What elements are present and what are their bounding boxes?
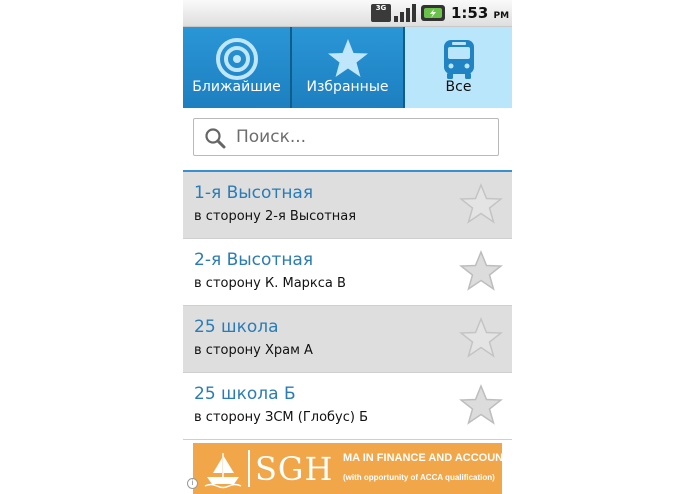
- search-icon: [205, 128, 226, 149]
- phone-screen: 3G 1:53 PM Ближайшие Избранные Все Поиск…: [183, 0, 512, 494]
- status-bar: 3G 1:53 PM: [183, 0, 512, 27]
- tab-label: Избранные: [306, 79, 389, 95]
- favorite-star-icon[interactable]: [459, 317, 503, 359]
- list-item[interactable]: 25 школа в сторону Храм А: [183, 306, 512, 373]
- signal-icon: [394, 4, 416, 22]
- network-3g-icon: 3G: [371, 4, 391, 22]
- stops-list: 1-я Высотная в сторону 2-я Высотная 2-я …: [183, 172, 512, 440]
- search-box[interactable]: [193, 118, 499, 156]
- stop-name: 1-я Высотная: [194, 183, 314, 203]
- list-item[interactable]: 1-я Высотная в сторону 2-я Высотная: [183, 172, 512, 239]
- clock: 1:53 PM: [451, 3, 509, 26]
- list-item[interactable]: 2-я Высотная в сторону К. Маркса В: [183, 239, 512, 306]
- stop-direction: в сторону К. Маркса В: [194, 276, 346, 291]
- network-type-label: 3G: [375, 4, 387, 12]
- ad-headline: MA IN FINANCE AND ACCOUNTING: [343, 452, 502, 464]
- search-bar: [183, 108, 512, 172]
- stop-direction: в сторону 2-я Высотная: [194, 209, 357, 224]
- star-icon: [327, 39, 368, 77]
- ship-logo-icon: [204, 453, 242, 489]
- stop-name: 25 школа: [194, 317, 279, 337]
- stop-direction: в сторону Храм А: [194, 343, 313, 358]
- tab-bar: Ближайшие Избранные Все: [183, 27, 512, 108]
- tab-label: Ближайшие: [192, 79, 281, 95]
- ad-subline: (with opportunity of ACCA qualification): [343, 473, 495, 482]
- stop-name: 25 школа Б: [194, 384, 296, 404]
- bus-icon: [443, 40, 474, 79]
- tab-nearest[interactable]: Ближайшие: [183, 27, 290, 108]
- stop-name: 2-я Высотная: [194, 250, 314, 270]
- favorite-star-icon[interactable]: [459, 183, 503, 225]
- search-input[interactable]: [236, 125, 486, 149]
- list-item[interactable]: 25 школа Б в сторону ЗСМ (Глобус) Б: [183, 373, 512, 440]
- ad-banner[interactable]: SGH MA IN FINANCE AND ACCOUNTING (with o…: [193, 443, 502, 494]
- ad-info-icon[interactable]: i: [187, 478, 198, 489]
- tab-label: Все: [445, 79, 472, 95]
- favorite-star-icon[interactable]: [459, 250, 503, 292]
- battery-icon: [421, 5, 445, 21]
- tab-favorites[interactable]: Избранные: [290, 27, 403, 108]
- tab-all[interactable]: Все: [403, 27, 512, 108]
- stop-direction: в сторону ЗСМ (Глобус) Б: [194, 410, 369, 425]
- ad-separator: [248, 450, 250, 487]
- clock-ampm: PM: [493, 11, 510, 21]
- ad-brand: SGH: [255, 450, 334, 488]
- target-icon: [215, 38, 258, 80]
- favorite-star-icon[interactable]: [459, 384, 503, 426]
- clock-time: 1:53: [451, 4, 489, 22]
